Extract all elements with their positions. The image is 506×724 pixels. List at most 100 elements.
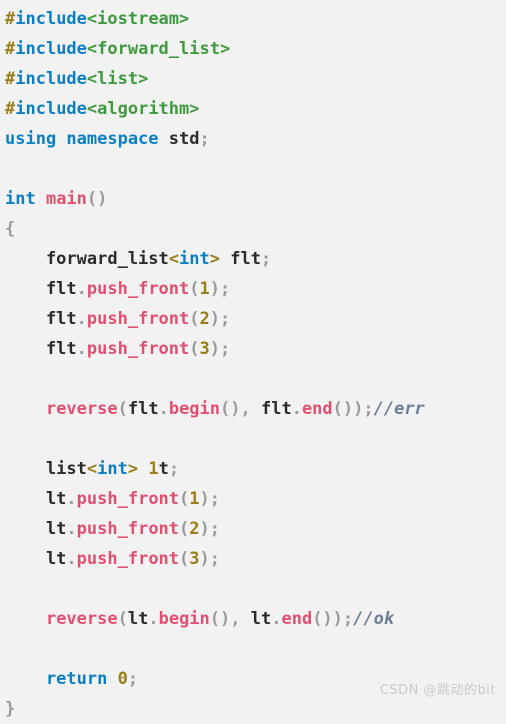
- code-token-punc: .: [148, 609, 159, 629]
- code-line[interactable]: reverse(flt.begin(), flt.end());//err: [5, 394, 506, 424]
- code-line[interactable]: [5, 424, 506, 454]
- code-block[interactable]: #include<iostream> #include<forward_list>…: [0, 0, 506, 724]
- code-token-plain: lt: [5, 489, 67, 509]
- code-token-plain: lt: [5, 549, 67, 569]
- code-token-num: 2: [199, 309, 210, 329]
- code-token-punc: ;: [127, 669, 139, 689]
- code-token-punc: .: [271, 609, 282, 629]
- code-token-punc: (: [117, 609, 128, 629]
- code-line[interactable]: lt.push_front(1);: [5, 484, 506, 514]
- code-token-plain: flt: [5, 279, 77, 299]
- code-token-fn: begin: [168, 399, 221, 419]
- code-token-num: 3: [189, 549, 200, 569]
- code-token-punc: ());: [312, 609, 354, 629]
- code-token-punc: );: [209, 279, 231, 299]
- code-token-punc: .: [76, 309, 87, 329]
- code-line[interactable]: flt.push_front(3);: [5, 334, 506, 364]
- code-token-plain: flt: [230, 249, 261, 269]
- code-line[interactable]: }: [5, 694, 506, 724]
- code-token-angle: <: [86, 459, 98, 479]
- code-token-punc: ;: [168, 459, 180, 479]
- code-token-pre: #: [5, 9, 16, 29]
- code-token-kw: int: [97, 459, 128, 479]
- code-line[interactable]: lt.push_front(3);: [5, 544, 506, 574]
- code-line[interactable]: int main(): [5, 184, 506, 214]
- code-line[interactable]: flt.push_front(2);: [5, 304, 506, 334]
- code-token-num: 1: [189, 489, 200, 509]
- code-line[interactable]: reverse(lt.begin(), lt.end());//ok: [5, 604, 506, 634]
- code-token-plain: forward_list: [5, 249, 169, 269]
- code-token-kw: int: [5, 189, 46, 209]
- code-token-plain: flt: [5, 339, 77, 359]
- code-line[interactable]: [5, 364, 506, 394]
- watermark: CSDN @跳动的bit: [379, 683, 496, 698]
- code-line[interactable]: #include<forward_list>: [5, 34, 506, 64]
- code-token-punc: (: [179, 519, 190, 539]
- code-token-punc: );: [209, 309, 231, 329]
- code-token-num: 1: [199, 279, 210, 299]
- code-line[interactable]: [5, 634, 506, 664]
- code-token-plain: t: [158, 459, 169, 479]
- code-token-fn: begin: [158, 609, 210, 629]
- code-token-plain: std: [168, 129, 200, 149]
- code-token-fn: reverse: [45, 399, 118, 419]
- code-token-kw: using namespace: [5, 129, 169, 149]
- code-token-punc: .: [66, 489, 77, 509]
- code-token-plain: flt: [127, 399, 159, 419]
- code-token-plain: lt: [127, 609, 149, 629]
- code-token-punc: );: [199, 519, 221, 539]
- code-token-punc: (: [189, 309, 200, 329]
- code-token-punc: }: [5, 699, 16, 719]
- code-token-kw: include: [15, 9, 87, 29]
- code-token-kw: include: [15, 69, 87, 89]
- code-token-punc: (),: [209, 609, 251, 629]
- code-token-punc: {: [5, 219, 16, 239]
- code-token-fn: push_front: [86, 339, 190, 359]
- code-token-punc: (: [189, 279, 200, 299]
- code-token-plain: list: [5, 459, 87, 479]
- code-token-punc: .: [66, 549, 77, 569]
- code-token-fn: reverse: [45, 609, 118, 629]
- code-token-punc: (: [117, 399, 128, 419]
- code-token-pre: #: [5, 69, 16, 89]
- code-line[interactable]: #include<algorithm>: [5, 94, 506, 124]
- code-token-num: 2: [189, 519, 200, 539]
- code-token-plain: flt: [260, 399, 292, 419]
- code-token-punc: );: [199, 489, 221, 509]
- code-token-fn: push_front: [76, 549, 180, 569]
- code-token-cmt: //ok: [353, 609, 395, 629]
- code-line[interactable]: list<int> 1t;: [5, 454, 506, 484]
- code-token-fn: push_front: [76, 489, 180, 509]
- code-token-num: 1: [148, 459, 159, 479]
- code-token-punc: (: [189, 339, 200, 359]
- code-token-num: 3: [199, 339, 210, 359]
- code-token-kw: int: [179, 249, 210, 269]
- code-line[interactable]: lt.push_front(2);: [5, 514, 506, 544]
- code-line[interactable]: [5, 154, 506, 184]
- code-line[interactable]: #include<iostream>: [5, 4, 506, 34]
- code-token-pre: #: [5, 39, 16, 59]
- code-token-punc: ;: [260, 249, 272, 269]
- code-line[interactable]: #include<list>: [5, 64, 506, 94]
- code-token-pre: #: [5, 99, 16, 119]
- code-token-angle: <: [168, 249, 180, 269]
- code-line[interactable]: flt.push_front(1);: [5, 274, 506, 304]
- code-token-angle: >: [127, 459, 149, 479]
- code-token-kw: return: [5, 669, 118, 689]
- code-token-plain: flt: [5, 309, 77, 329]
- code-token-plain: lt: [5, 519, 67, 539]
- code-line[interactable]: [5, 574, 506, 604]
- code-token-kw: include: [15, 99, 87, 119]
- code-token-punc: .: [291, 399, 302, 419]
- code-token-inc: <list>: [86, 69, 149, 89]
- code-token-fn: end: [301, 399, 333, 419]
- code-token-fn: push_front: [86, 279, 190, 299]
- code-token-fn: push_front: [76, 519, 180, 539]
- code-token-punc: (: [179, 549, 190, 569]
- code-line[interactable]: forward_list<int> flt;: [5, 244, 506, 274]
- code-line[interactable]: using namespace std;: [5, 124, 506, 154]
- code-line[interactable]: {: [5, 214, 506, 244]
- code-token-punc: (): [86, 189, 108, 209]
